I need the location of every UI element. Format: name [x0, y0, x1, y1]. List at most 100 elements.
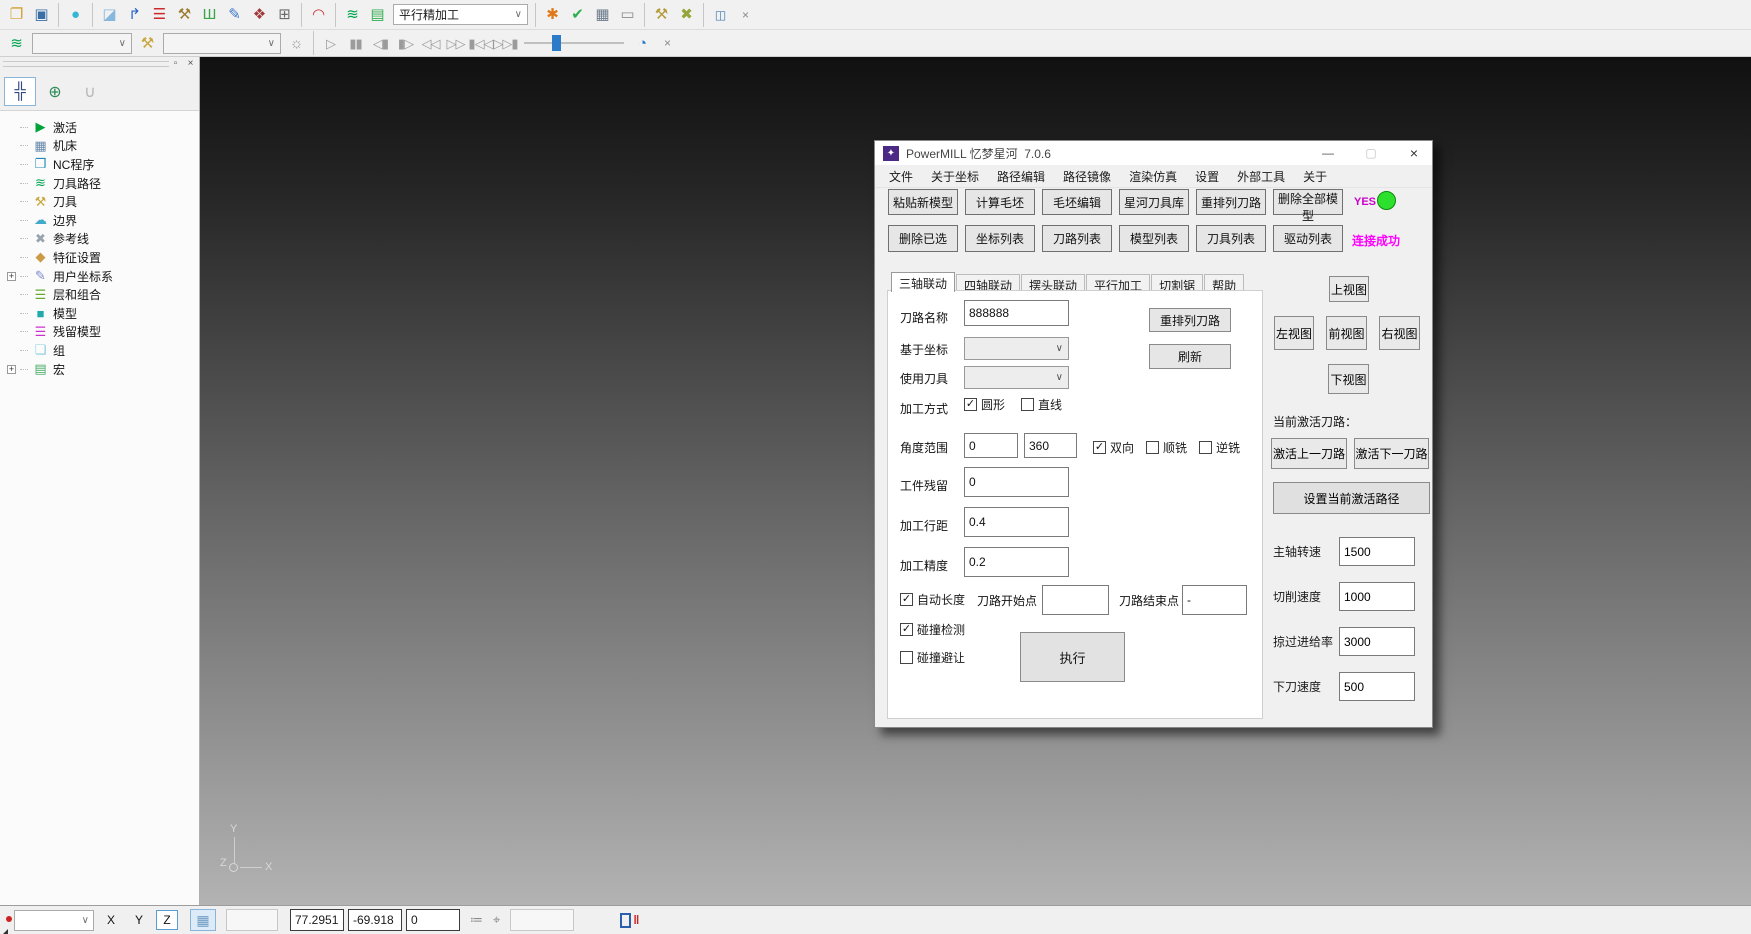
fast-forward-button[interactable]: ▷▷ — [443, 31, 468, 55]
tree-item[interactable]: + ☰ 层和组合 — [4, 285, 199, 304]
menu-item[interactable]: 路径编辑 — [988, 165, 1054, 188]
simulation-tool-dropdown[interactable]: ∨ — [163, 33, 281, 54]
front-view-button[interactable]: 前视图 — [1326, 316, 1367, 350]
tree-item[interactable]: + ◆ 特征设置 — [4, 248, 199, 267]
action-button[interactable]: 粘贴新模型 — [888, 189, 958, 215]
simulation-clock-icon[interactable]: ◔ — [630, 31, 655, 55]
go-start-button[interactable]: ▮◁◁ — [468, 31, 493, 55]
close-toolbar-icon[interactable]: × — [733, 3, 758, 27]
tool-holder-icon[interactable]: ⊞ — [272, 3, 297, 27]
toolpath-spring-icon[interactable]: ≋ — [340, 3, 365, 27]
conventional-mill-checkbox[interactable]: ✓逆铣 — [1199, 439, 1240, 456]
action-button[interactable]: 刀具列表 — [1196, 225, 1266, 252]
action-button[interactable]: 星河刀具库 — [1119, 189, 1189, 215]
tree-item[interactable]: + ▦ 机床 — [4, 137, 199, 156]
activate-prev-toolpath-button[interactable]: 激活上一刀路 — [1271, 438, 1347, 469]
open-project-icon[interactable]: ❐ — [4, 3, 29, 27]
axis-x-button[interactable]: X — [100, 910, 122, 930]
tree-item[interactable]: + ☰ 残留模型 — [4, 323, 199, 342]
close-simulation-toolbar-icon[interactable]: × — [655, 31, 680, 55]
collision-avoid-checkbox[interactable]: ✓碰撞避让 — [900, 649, 965, 666]
leads-links-icon[interactable]: Ш — [197, 3, 222, 27]
auto-length-checkbox[interactable]: ✓自动长度 — [900, 591, 965, 608]
ruler-icon[interactable]: ▭ — [615, 3, 640, 27]
menu-item[interactable]: 关于坐标 — [922, 165, 988, 188]
tree-item[interactable]: + ▶ 激活 — [4, 118, 199, 137]
maximize-button[interactable]: ▢ — [1353, 141, 1389, 165]
expand-plus-icon[interactable]: + — [7, 365, 16, 374]
tool-burst-icon[interactable]: ✱ — [540, 3, 565, 27]
collision-check-checkbox[interactable]: ✓碰撞检测 — [900, 621, 965, 638]
top-view-button[interactable]: 上视图 — [1329, 276, 1369, 302]
based-coord-dropdown[interactable]: ∨ — [964, 337, 1069, 360]
line-checkbox[interactable]: ✓直线 — [1021, 396, 1062, 413]
dialog-title-bar[interactable]: ✦ PowerMILL 忆梦星河 7.0.6 — ▢ × — [875, 141, 1432, 165]
pause-button[interactable]: ▮▮ — [343, 31, 368, 55]
expand-plus-icon[interactable]: + — [7, 272, 16, 281]
explorer-globe-icon[interactable]: ⊕ — [39, 77, 71, 106]
param-input[interactable] — [1339, 582, 1415, 611]
grid-toggle-icon[interactable]: ▦ — [190, 909, 216, 931]
tool-check-icon[interactable]: ✔ — [565, 3, 590, 27]
rapid-move-icon[interactable]: ↱ — [122, 3, 147, 27]
lightbulb-icon[interactable]: ☼ — [284, 31, 309, 55]
points-pattern-icon[interactable]: ❖ — [247, 3, 272, 27]
slider-handle[interactable] — [552, 35, 561, 51]
param-input[interactable] — [1339, 627, 1415, 656]
tree-item[interactable]: + ❏ 组 — [4, 341, 199, 360]
tree-item[interactable]: + ✎ 用户坐标系 — [4, 267, 199, 286]
transform-icon[interactable]: ✖ — [674, 3, 699, 27]
stock-remain-input[interactable] — [964, 467, 1069, 497]
minimize-button[interactable]: — — [1310, 141, 1346, 165]
activate-next-toolpath-button[interactable]: 激活下一刀路 — [1354, 438, 1429, 469]
save-project-icon[interactable]: ▣ — [29, 3, 54, 27]
end-point-input[interactable] — [1182, 585, 1247, 615]
tolerance-input[interactable] — [964, 547, 1069, 577]
param-input[interactable] — [1339, 537, 1415, 566]
stepover-input[interactable] — [964, 507, 1069, 537]
simulation-speed-slider[interactable] — [524, 33, 624, 53]
step-forward-button[interactable]: ▮▷ — [393, 31, 418, 55]
action-button[interactable]: 删除全部模型 — [1273, 189, 1343, 215]
tree-item[interactable]: + ✖ 参考线 — [4, 230, 199, 249]
collision-check-icon[interactable]: ◠ — [306, 3, 331, 27]
action-button[interactable]: 刀路列表 — [1042, 225, 1112, 252]
block-model-icon[interactable]: ◪ — [97, 3, 122, 27]
shaded-view-icon[interactable]: ● — [63, 3, 88, 27]
action-button[interactable]: 毛坯编辑 — [1042, 189, 1112, 215]
action-button[interactable]: 坐标列表 — [965, 225, 1035, 252]
panel-float-icon[interactable]: ▫ — [169, 58, 182, 71]
action-button[interactable]: 删除已选 — [888, 225, 958, 252]
explorer-recycle-bin-icon[interactable]: ∪ — [74, 77, 106, 106]
menu-item[interactable]: 文件 — [880, 165, 922, 188]
menu-item[interactable]: 外部工具 — [1228, 165, 1294, 188]
set-active-path-button[interactable]: 设置当前激活路径 — [1273, 482, 1430, 514]
start-point-input[interactable] — [1042, 585, 1109, 615]
calculator-icon[interactable]: ▦ — [590, 3, 615, 27]
bidirectional-checkbox[interactable]: ✓双向 — [1093, 439, 1134, 456]
panel-close-icon[interactable]: × — [184, 58, 197, 71]
climb-mill-checkbox[interactable]: ✓顺铣 — [1146, 439, 1187, 456]
panel-header[interactable]: ▫ × — [0, 57, 199, 73]
strategy-preset-dropdown[interactable]: 平行精加工 ∨ — [393, 4, 528, 25]
simulation-toolpath-dropdown[interactable]: ∨ — [32, 33, 132, 54]
strategy-list-icon[interactable]: ▤ — [365, 3, 390, 27]
tree-item[interactable]: + ≋ 刀具路径 — [4, 174, 199, 193]
explorer-tree-view-icon[interactable]: ╬ — [4, 77, 36, 106]
tree-item[interactable]: + ■ 模型 — [4, 304, 199, 323]
go-end-button[interactable]: ▷▷▮ — [493, 31, 518, 55]
pattern-draw-icon[interactable]: ✎ — [222, 3, 247, 27]
left-view-button[interactable]: 左视图 — [1274, 316, 1314, 350]
action-button[interactable]: 模型列表 — [1119, 225, 1189, 252]
menu-item[interactable]: 渲染仿真 — [1120, 165, 1186, 188]
tool-ball-icon[interactable]: ⚒ — [172, 3, 197, 27]
rearrange-toolpath-button[interactable]: 重排列刀路 — [1149, 308, 1231, 332]
tool-pair-icon[interactable]: ⚒ — [649, 3, 674, 27]
execute-button[interactable]: 执行 — [1020, 632, 1125, 682]
tree-item[interactable]: + ▤ 宏 — [4, 360, 199, 379]
menu-item[interactable]: 设置 — [1186, 165, 1228, 188]
menu-item[interactable]: 关于 — [1294, 165, 1336, 188]
action-button[interactable]: 计算毛坯 — [965, 189, 1035, 215]
tree-item[interactable]: + ⚒ 刀具 — [4, 192, 199, 211]
right-view-button[interactable]: 右视图 — [1379, 316, 1420, 350]
